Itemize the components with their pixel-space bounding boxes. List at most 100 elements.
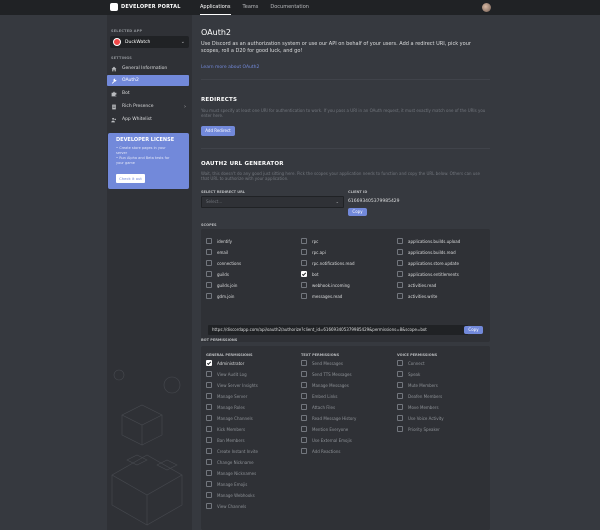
permission-checkbox-use-voice-activity[interactable]: Use Voice Activity [397, 415, 444, 421]
copy-url-button[interactable]: Copy [464, 326, 483, 334]
scope-checkbox-applications-entitlements[interactable]: applications.entitlements [397, 271, 459, 277]
checkbox[interactable] [206, 503, 212, 509]
add-redirect-button[interactable]: Add Redirect [201, 126, 235, 136]
checkbox[interactable] [301, 448, 307, 454]
checkbox[interactable] [397, 293, 403, 299]
scope-checkbox-gdm-join[interactable]: gdm.join [206, 293, 234, 299]
scope-checkbox-rpc[interactable]: rpc [301, 238, 318, 244]
checkbox[interactable] [397, 426, 403, 432]
permission-checkbox-view-channels[interactable]: View Channels [206, 503, 246, 509]
tab-applications[interactable]: Applications [200, 0, 231, 15]
checkbox[interactable] [397, 382, 403, 388]
permission-checkbox-administrator[interactable]: Administrator [206, 360, 244, 366]
checkbox[interactable] [301, 415, 307, 421]
checkbox[interactable] [397, 238, 403, 244]
permission-checkbox-connect[interactable]: Connect [397, 360, 425, 366]
scope-checkbox-activities-read[interactable]: activities.read [397, 282, 436, 288]
checkbox[interactable] [206, 249, 212, 255]
scope-checkbox-rpc-api[interactable]: rpc.api [301, 249, 326, 255]
permission-checkbox-ban-members[interactable]: Ban Members [206, 437, 245, 443]
checkbox[interactable] [206, 260, 212, 266]
permission-checkbox-view-server-insights[interactable]: View Server Insights [206, 382, 258, 388]
checkbox[interactable] [206, 437, 212, 443]
sidebar-item-app-whitelist[interactable]: App Whitelist [107, 114, 189, 125]
scope-checkbox-email[interactable]: email [206, 249, 228, 255]
checkbox[interactable] [301, 437, 307, 443]
checkbox[interactable] [397, 260, 403, 266]
checkbox[interactable] [206, 426, 212, 432]
scope-checkbox-rpc-notifications-read[interactable]: rpc.notifications.read [301, 260, 355, 266]
checkbox[interactable] [301, 382, 307, 388]
permission-checkbox-manage-webhooks[interactable]: Manage Webhooks [206, 492, 255, 498]
checkbox[interactable] [301, 426, 307, 432]
checkbox[interactable] [301, 282, 307, 288]
brand[interactable]: DEVELOPER PORTAL [110, 3, 181, 11]
checkbox[interactable] [206, 393, 212, 399]
permission-checkbox-add-reactions[interactable]: Add Reactions [301, 448, 340, 454]
checkbox[interactable] [301, 260, 307, 266]
checkbox[interactable] [397, 360, 403, 366]
scope-checkbox-activities-write[interactable]: activities.write [397, 293, 437, 299]
permission-checkbox-send-tts-messages[interactable]: Send TTS Messages [301, 371, 352, 377]
checkbox[interactable] [206, 371, 212, 377]
scope-checkbox-guilds-join[interactable]: guilds.join [206, 282, 237, 288]
app-selector[interactable]: DuckWatch ⌄ [110, 36, 189, 48]
generated-url-field[interactable]: https://discordapp.com/api/oauth2/author… [208, 325, 468, 335]
checkbox[interactable] [397, 393, 403, 399]
user-avatar[interactable] [482, 3, 491, 12]
checkbox[interactable] [301, 293, 307, 299]
checkbox[interactable] [301, 238, 307, 244]
check-it-out-button[interactable]: Check it out [116, 174, 145, 183]
checkbox[interactable] [397, 249, 403, 255]
permission-checkbox-manage-server[interactable]: Manage Server [206, 393, 247, 399]
permission-checkbox-attach-files[interactable]: Attach Files [301, 404, 335, 410]
sidebar-item-oauth2[interactable]: OAuth2 [107, 75, 189, 86]
scope-checkbox-messages-read[interactable]: messages.read [301, 293, 342, 299]
checkbox[interactable] [206, 360, 212, 366]
checkbox[interactable] [301, 404, 307, 410]
sidebar-item-general-information[interactable]: General Information [107, 63, 189, 74]
scope-checkbox-guilds[interactable]: guilds [206, 271, 229, 277]
checkbox[interactable] [397, 404, 403, 410]
permission-checkbox-view-audit-log[interactable]: View Audit Log [206, 371, 247, 377]
permission-checkbox-kick-members[interactable]: Kick Members [206, 426, 245, 432]
permission-checkbox-use-external-emojis[interactable]: Use External Emojis [301, 437, 352, 443]
learn-more-link[interactable]: Learn more about OAuth2 [201, 65, 259, 70]
checkbox[interactable] [206, 271, 212, 277]
checkbox[interactable] [301, 360, 307, 366]
checkbox[interactable] [206, 238, 212, 244]
permission-checkbox-manage-messages[interactable]: Manage Messages [301, 382, 349, 388]
checkbox[interactable] [206, 470, 212, 476]
permission-checkbox-manage-channels[interactable]: Manage Channels [206, 415, 253, 421]
checkbox[interactable] [206, 382, 212, 388]
redirect-url-select[interactable]: Select... ⌄ [201, 196, 344, 208]
scope-checkbox-applications-store-update[interactable]: applications.store.update [397, 260, 459, 266]
sidebar-item-bot[interactable]: Bot [107, 88, 189, 99]
checkbox[interactable] [206, 415, 212, 421]
checkbox[interactable] [301, 371, 307, 377]
scope-checkbox-applications-builds-upload[interactable]: applications.builds.upload [397, 238, 460, 244]
checkbox[interactable] [206, 282, 212, 288]
checkbox[interactable] [206, 492, 212, 498]
scope-checkbox-identify[interactable]: identify [206, 238, 232, 244]
checkbox[interactable] [206, 459, 212, 465]
checkbox[interactable] [397, 415, 403, 421]
checkbox[interactable] [397, 271, 403, 277]
checkbox[interactable] [206, 448, 212, 454]
permission-checkbox-send-messages[interactable]: Send Messages [301, 360, 343, 366]
checkbox[interactable] [301, 393, 307, 399]
permission-checkbox-priority-speaker[interactable]: Priority Speaker [397, 426, 440, 432]
scope-checkbox-webhook-incoming[interactable]: webhook.incoming [301, 282, 350, 288]
checkbox[interactable] [206, 481, 212, 487]
permission-checkbox-speak[interactable]: Speak [397, 371, 420, 377]
permission-checkbox-deafen-members[interactable]: Deafen Members [397, 393, 442, 399]
permission-checkbox-read-message-history[interactable]: Read Message History [301, 415, 356, 421]
scope-checkbox-applications-builds-read[interactable]: applications.builds.read [397, 249, 456, 255]
permission-checkbox-mention-everyone[interactable]: Mention Everyone [301, 426, 348, 432]
permission-checkbox-move-members[interactable]: Move Members [397, 404, 439, 410]
checkbox[interactable] [397, 371, 403, 377]
permission-checkbox-create-instant-invite[interactable]: Create Instant Invite [206, 448, 258, 454]
permission-checkbox-change-nickname[interactable]: Change Nickname [206, 459, 254, 465]
checkbox[interactable] [301, 249, 307, 255]
permission-checkbox-embed-links[interactable]: Embed Links [301, 393, 338, 399]
